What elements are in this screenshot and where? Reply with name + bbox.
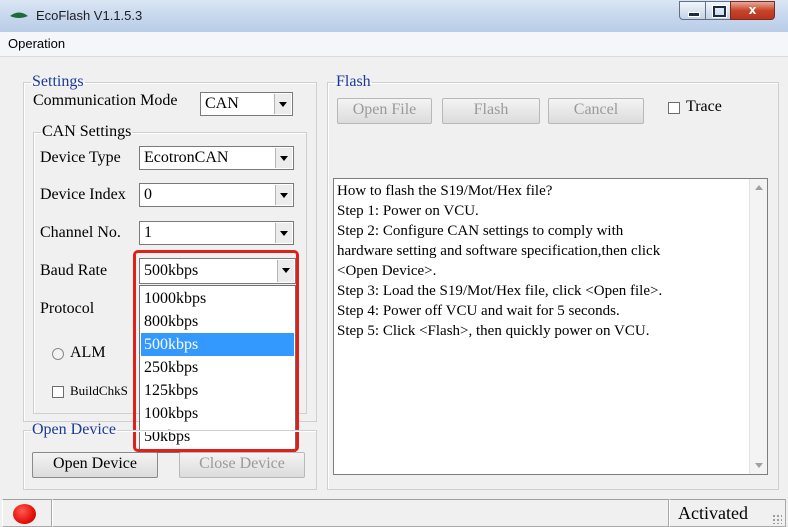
status-middle-cell (52, 499, 669, 527)
alm-radio[interactable] (52, 348, 64, 360)
title-bar[interactable]: EcoFlash V1.1.5.3 x (0, 0, 788, 32)
buildchk-label: BuildChkS (70, 383, 128, 398)
comm-mode-value: CAN (205, 95, 239, 112)
ecoflash-logo-icon (10, 12, 28, 18)
chevron-down-icon[interactable] (274, 94, 291, 114)
baud-option-selected[interactable]: 500kbps (141, 333, 294, 356)
device-type-value: EcotronCAN (144, 149, 229, 166)
maximize-button[interactable] (705, 1, 731, 20)
alm-label: ALM (70, 344, 106, 361)
device-index-label: Device Index (40, 186, 126, 203)
connection-status-icon (13, 504, 36, 524)
status-indicator-cell (2, 499, 52, 527)
flash-button[interactable]: Flash (442, 98, 540, 124)
buildchk-checkbox[interactable] (52, 386, 64, 398)
instructions-textbox[interactable]: How to flash the S19/Mot/Hex file? Step … (333, 178, 768, 475)
device-index-select[interactable]: 0 (139, 183, 294, 207)
close-icon: x (748, 3, 757, 17)
channel-label: Channel No. (40, 224, 121, 241)
baud-option[interactable]: 800kbps (141, 310, 294, 333)
can-settings-legend: CAN Settings (42, 123, 132, 140)
instruction-line: Step 5: Click <Flash>, then quickly powe… (337, 323, 650, 339)
status-bar: Activated (0, 499, 788, 527)
instruction-line: hardware setting and software specificat… (337, 243, 661, 259)
device-index-value: 0 (144, 186, 152, 203)
baud-option[interactable]: 1000kbps (141, 287, 294, 310)
baud-rate-value: 500kbps (144, 262, 199, 279)
vertical-scrollbar[interactable] (749, 179, 767, 474)
chevron-down-icon[interactable] (275, 148, 292, 168)
channel-value: 1 (144, 224, 152, 241)
menu-bar: Operation (0, 32, 788, 57)
chevron-down-icon[interactable] (277, 260, 294, 282)
open-file-button[interactable]: Open File (337, 98, 432, 124)
scroll-up-icon[interactable] (755, 185, 763, 190)
baud-rate-select[interactable]: 500kbps (139, 258, 296, 284)
instruction-line: How to flash the S19/Mot/Hex file? (337, 183, 553, 199)
minimize-icon (688, 12, 700, 17)
open-device-button[interactable]: Open Device (32, 452, 158, 478)
channel-select[interactable]: 1 (139, 221, 294, 245)
chevron-down-icon[interactable] (275, 185, 292, 205)
trace-label: Trace (686, 98, 722, 115)
instruction-line: Step 3: Load the S19/Mot/Hex file, click… (337, 283, 663, 299)
resize-grip-icon[interactable] (772, 514, 782, 524)
app-window: EcoFlash V1.1.5.3 x Operation Settings C… (0, 0, 788, 527)
close-button[interactable]: x (730, 1, 775, 20)
close-device-button[interactable]: Close Device (179, 452, 305, 478)
window-title: EcoFlash V1.1.5.3 (36, 8, 143, 23)
open-device-legend: Open Device (32, 421, 116, 438)
maximize-icon (712, 5, 727, 18)
comm-mode-label: Communication Mode (33, 92, 178, 109)
protocol-label: Protocol (40, 300, 95, 317)
baud-option[interactable]: 250kbps (141, 356, 294, 379)
minimize-button[interactable] (679, 1, 706, 20)
device-type-label: Device Type (40, 149, 121, 166)
comm-mode-select[interactable]: CAN (200, 92, 293, 116)
device-type-select[interactable]: EcotronCAN (139, 146, 294, 170)
instruction-line: Step 4: Power off VCU and wait for 5 sec… (337, 303, 620, 319)
settings-legend: Settings (32, 73, 84, 90)
status-text-cell: Activated (669, 499, 786, 527)
flash-legend: Flash (336, 73, 371, 90)
baud-option[interactable]: 125kbps (141, 379, 294, 402)
menu-operation[interactable]: Operation (8, 36, 65, 51)
cancel-button[interactable]: Cancel (548, 98, 644, 124)
activation-status: Activated (678, 503, 748, 523)
baud-rate-label: Baud Rate (40, 262, 108, 279)
instruction-line: Step 1: Power on VCU. (337, 203, 479, 219)
scroll-down-icon[interactable] (755, 463, 763, 468)
instruction-line: <Open Device>. (337, 263, 437, 279)
trace-checkbox[interactable] (668, 102, 680, 114)
chevron-down-icon[interactable] (275, 223, 292, 243)
instruction-line: Step 2: Configure CAN settings to comply… (337, 223, 624, 239)
